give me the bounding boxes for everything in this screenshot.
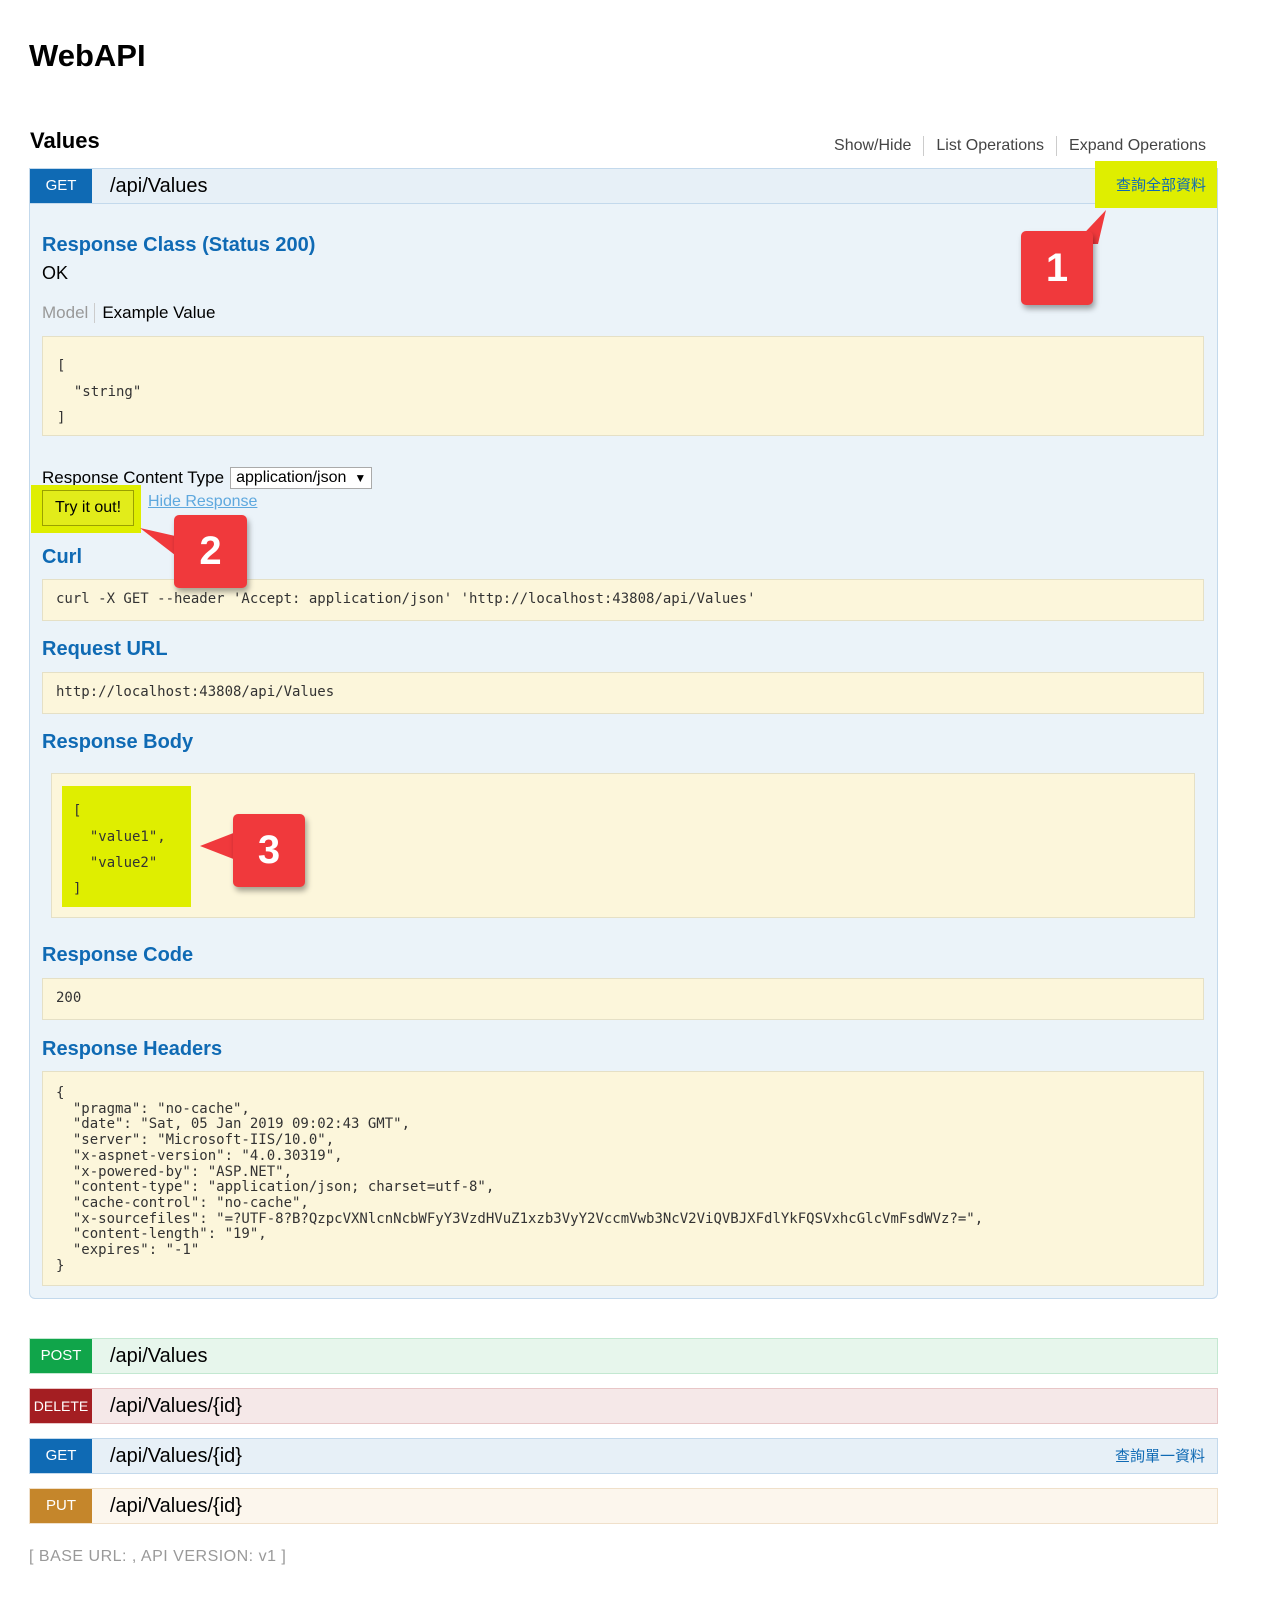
footer-base-url: [ BASE URL: , API VERSION: v1 ]	[29, 1548, 287, 1565]
example-value-box: [ "string" ]	[42, 336, 1204, 436]
method-badge-delete[interactable]: DELETE	[30, 1389, 92, 1423]
expand-operations-link[interactable]: Expand Operations	[1057, 136, 1206, 156]
curl-code: curl -X GET --header 'Accept: applicatio…	[56, 591, 756, 607]
response-headers-code: { "pragma": "no-cache", "date": "Sat, 05…	[56, 1085, 984, 1274]
operation-path[interactable]: /api/Values/{id}	[110, 1489, 242, 1523]
example-value-code: [ "string" ]	[57, 358, 142, 426]
response-body-highlight: [ "value1", "value2" ]	[62, 786, 191, 907]
operation-path[interactable]: /api/Values/{id}	[110, 1439, 242, 1473]
response-body-title: Response Body	[42, 731, 194, 753]
request-url-box: http://localhost:43808/api/Values	[42, 672, 1204, 714]
app-title: WebAPI	[29, 38, 146, 73]
callout-1: 1	[1021, 231, 1093, 305]
operation-summary[interactable]: 查詢全部資料	[1116, 168, 1206, 204]
content-type-value: application/json	[236, 469, 347, 486]
section-links: Show/Hide List Operations Expand Operati…	[822, 136, 1206, 156]
method-badge-post[interactable]: POST	[30, 1339, 92, 1373]
operation-post-values[interactable]: POST /api/Values	[29, 1338, 1218, 1374]
method-badge-put[interactable]: PUT	[30, 1489, 92, 1523]
operation-get-values[interactable]: GET /api/Values	[29, 168, 1218, 204]
response-code-title: Response Code	[42, 944, 194, 966]
tab-model[interactable]: Model	[42, 303, 96, 323]
method-badge-get[interactable]: GET	[30, 1439, 92, 1473]
operation-path[interactable]: /api/Values	[110, 169, 207, 203]
tab-example-value[interactable]: Example Value	[95, 303, 215, 323]
method-badge-get[interactable]: GET	[30, 169, 92, 203]
response-code-box: 200	[42, 978, 1204, 1020]
hide-response-link[interactable]: Hide Response	[148, 493, 257, 511]
response-headers-title: Response Headers	[42, 1038, 223, 1060]
try-it-out-button[interactable]: Try it out!	[42, 490, 134, 526]
operation-summary[interactable]: 查詢單一資料	[1115, 1439, 1205, 1475]
model-tabs: Model Example Value	[42, 303, 215, 323]
response-body-code: [ "value1", "value2" ]	[73, 803, 166, 897]
curl-title: Curl	[42, 546, 82, 568]
operation-path[interactable]: /api/Values/{id}	[110, 1389, 242, 1423]
show-hide-link[interactable]: Show/Hide	[822, 136, 925, 156]
section-title[interactable]: Values	[30, 128, 100, 154]
operation-get-value-by-id[interactable]: GET /api/Values/{id} 查詢單一資料	[29, 1438, 1218, 1474]
operation-path[interactable]: /api/Values	[110, 1339, 207, 1373]
list-operations-link[interactable]: List Operations	[924, 136, 1058, 156]
response-class-value: OK	[42, 263, 69, 283]
callout-3-pointer	[200, 832, 236, 860]
request-url-title: Request URL	[42, 638, 168, 660]
request-url-code: http://localhost:43808/api/Values	[56, 684, 335, 700]
content-type-select[interactable]: application/json ▼	[230, 467, 373, 489]
callout-2: 2	[174, 515, 247, 588]
callout-3: 3	[233, 814, 305, 887]
operation-delete-value[interactable]: DELETE /api/Values/{id}	[29, 1388, 1218, 1424]
response-class-title: Response Class (Status 200)	[42, 234, 316, 256]
operation-put-value[interactable]: PUT /api/Values/{id}	[29, 1488, 1218, 1524]
response-code-value: 200	[56, 990, 82, 1006]
response-headers-box: { "pragma": "no-cache", "date": "Sat, 05…	[42, 1071, 1204, 1286]
chevron-down-icon: ▼	[354, 471, 367, 485]
